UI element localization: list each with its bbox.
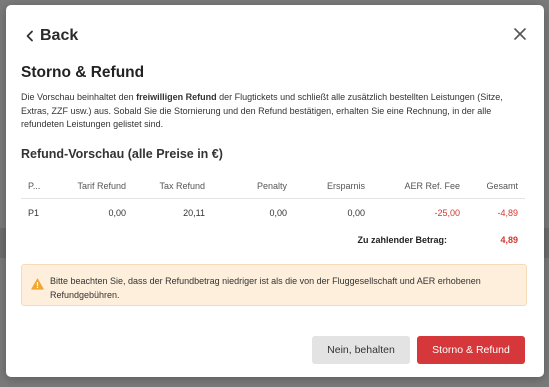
col-aer-ref-fee: AER Ref. Fee — [372, 173, 467, 199]
keep-button[interactable]: Nein, behalten — [312, 336, 410, 364]
warning-notice: Bitte beachten Sie, dass der Refundbetra… — [21, 264, 527, 306]
cell-gesamt: -4,89 — [497, 207, 518, 218]
refund-table: P... Tarif Refund Tax Refund Penalty Ers… — [21, 173, 525, 253]
chevron-left-icon — [26, 30, 33, 42]
warning-text: Bitte beachten Sie, dass der Refundbetra… — [50, 276, 481, 300]
cell-passenger: P1 — [28, 207, 40, 218]
cell-penalty: 0,00 — [269, 207, 287, 218]
table-header-row: P... Tarif Refund Tax Refund Penalty Ers… — [21, 173, 525, 199]
total-row: Zu zahlender Betrag: 4,89 — [21, 226, 525, 253]
col-gesamt: Gesamt — [467, 173, 525, 199]
col-penalty: Penalty — [212, 173, 294, 199]
cell-tarif-refund: 0,00 — [108, 207, 126, 218]
dialog-title: Storno & Refund — [21, 64, 145, 81]
confirm-refund-button[interactable]: Storno & Refund — [417, 336, 525, 364]
back-label: Back — [40, 27, 79, 44]
description-part1: Die Vorschau beinhaltet den — [21, 92, 137, 102]
total-label: Zu zahlender Betrag: — [357, 234, 447, 245]
col-ersparnis: Ersparnis — [294, 173, 372, 199]
refund-dialog: Back Storno & Refund Die Vorschau beinha… — [6, 5, 544, 377]
description-bold: freiwilligen Refund — [136, 92, 217, 102]
table-row: P1 0,00 20,11 0,00 0,00 -25,00 -4,89 — [21, 199, 525, 227]
warning-icon — [31, 278, 44, 290]
cell-ersparnis: 0,00 — [347, 207, 365, 218]
col-passenger: P... — [21, 173, 57, 199]
refund-preview-title: Refund-Vorschau (alle Preise in €) — [21, 147, 223, 161]
dialog-description: Die Vorschau beinhaltet den freiwilligen… — [21, 91, 526, 132]
col-tax-refund: Tax Refund — [133, 173, 212, 199]
col-tarif-refund: Tarif Refund — [57, 173, 133, 199]
close-icon[interactable] — [513, 27, 527, 41]
total-value: 4,89 — [500, 234, 518, 245]
back-button[interactable]: Back — [24, 27, 78, 45]
cell-aer-ref-fee: -25,00 — [434, 207, 460, 218]
cell-tax-refund: 20,11 — [183, 207, 205, 218]
